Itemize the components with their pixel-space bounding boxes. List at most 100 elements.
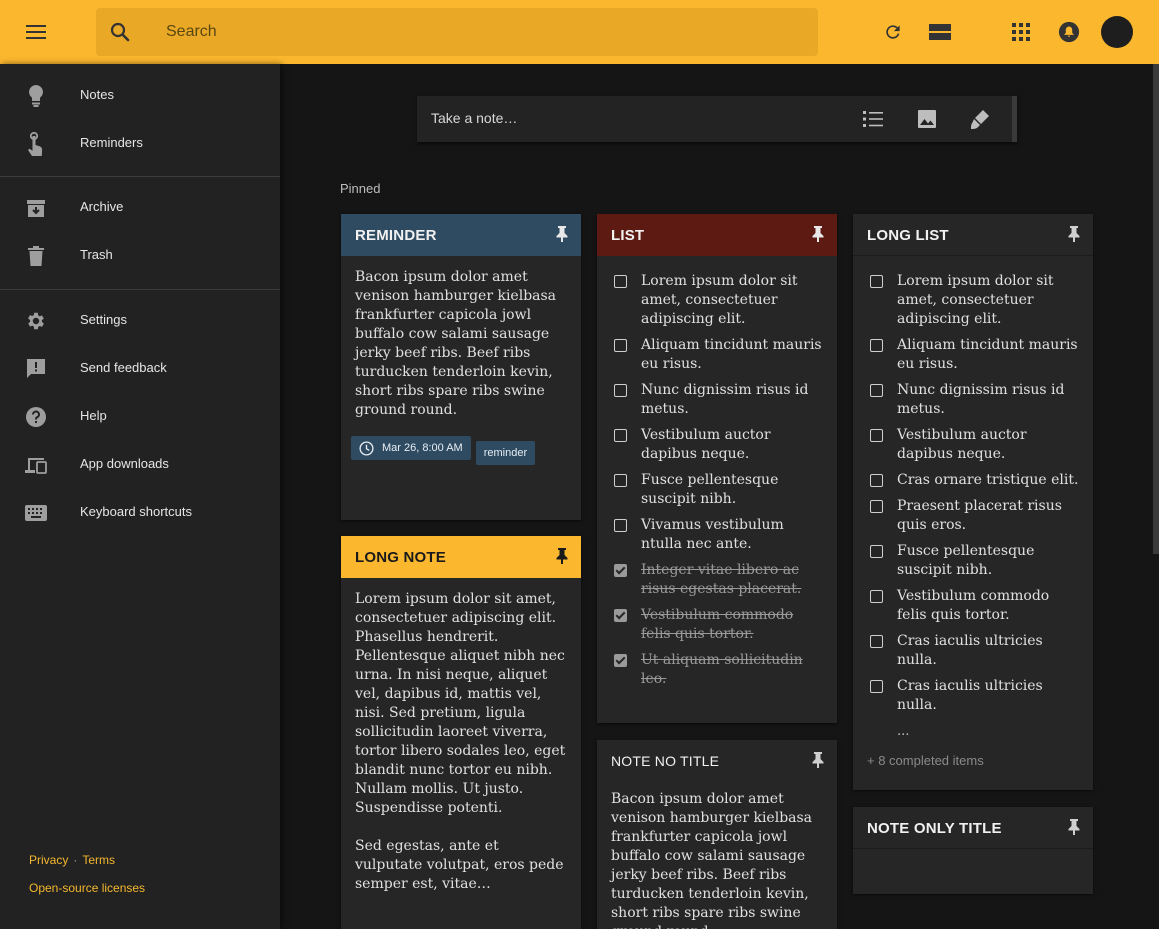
pin-icon[interactable] <box>555 226 569 242</box>
checklist-item-text: Cras iaculis ultricies nulla. <box>897 633 1043 668</box>
note-card-reminder[interactable]: REMINDER Bacon ipsum dolor amet venison … <box>341 214 581 520</box>
checklist-item-text: Vestibulum auctor dapibus neque. <box>641 427 771 462</box>
completed-items-count[interactable]: + 8 completed items <box>867 751 1079 770</box>
checkbox[interactable] <box>614 339 627 352</box>
sidebar-item-archive[interactable]: Archive <box>0 184 280 232</box>
checklist: Lorem ipsum dolor sit amet, consectetuer… <box>853 256 1093 770</box>
sidebar-item-app-downloads[interactable]: App downloads <box>0 441 280 489</box>
checkbox[interactable] <box>870 384 883 397</box>
list-view-button[interactable] <box>928 20 952 44</box>
checklist-item-text: Lorem ipsum dolor sit amet, consectetuer… <box>897 273 1054 327</box>
checkbox[interactable] <box>870 500 883 513</box>
sidebar-divider <box>0 176 280 177</box>
brush-icon <box>971 110 989 129</box>
sidebar-item-label: Settings <box>80 312 127 327</box>
touch-icon <box>24 132 48 156</box>
checkbox[interactable] <box>870 474 883 487</box>
chip-label: Mar 26, 8:00 AM <box>382 441 463 454</box>
search-icon[interactable] <box>108 20 132 44</box>
notifications-button[interactable] <box>1057 20 1081 44</box>
checkbox[interactable] <box>870 429 883 442</box>
new-list-button[interactable] <box>862 108 884 130</box>
sidebar-item-label: Notes <box>80 87 114 102</box>
checkbox[interactable] <box>614 275 627 288</box>
note-card-long-note[interactable]: LONG NOTE Lorem ipsum dolor sit amet, co… <box>341 536 581 929</box>
scrollbar-thumb[interactable] <box>1153 64 1159 554</box>
checklist-item: Vestibulum auctor dapibus neque. <box>611 426 823 464</box>
sidebar-item-notes[interactable]: Notes <box>0 72 280 120</box>
clock-icon <box>359 440 374 456</box>
notifications-bell-icon <box>1058 21 1080 43</box>
checkbox[interactable] <box>870 339 883 352</box>
checkbox[interactable] <box>614 519 627 532</box>
checkbox[interactable] <box>870 635 883 648</box>
checkbox[interactable] <box>870 680 883 693</box>
sidebar-item-trash[interactable]: Trash <box>0 232 280 280</box>
account-avatar[interactable] <box>1101 16 1133 48</box>
checkbox[interactable] <box>870 590 883 603</box>
search-bar <box>96 8 818 56</box>
checkbox-checked[interactable] <box>614 654 627 667</box>
sidebar-item-settings[interactable]: Settings <box>0 297 280 345</box>
main-menu-button[interactable] <box>16 12 56 52</box>
list-view-icon <box>929 24 951 40</box>
list-ellipsis: ... <box>897 724 910 739</box>
reminder-time-chip[interactable]: Mar 26, 8:00 AM <box>351 436 471 460</box>
card-text: Bacon ipsum dolor amet venison hamburger… <box>355 269 557 418</box>
checklist: Lorem ipsum dolor sit amet, consectetuer… <box>597 256 837 689</box>
hamburger-menu-icon <box>26 25 46 39</box>
checkbox[interactable] <box>870 545 883 558</box>
sidebar-item-reminders[interactable]: Reminders <box>0 120 280 168</box>
sidebar-item-label: Send feedback <box>80 360 167 375</box>
refresh-button[interactable] <box>881 20 905 44</box>
sidebar-item-help[interactable]: Help <box>0 393 280 441</box>
checklist-item-text: Cras iaculis ultricies nulla. <box>897 678 1043 713</box>
pin-icon[interactable] <box>1067 226 1081 242</box>
checklist-item-text: Aliquam tincidunt mauris eu risus. <box>897 337 1078 372</box>
take-note-placeholder: Take a note… <box>431 110 518 126</box>
pin-icon[interactable] <box>555 548 569 564</box>
footer-separator: · <box>73 853 78 867</box>
terms-link[interactable]: Terms <box>82 853 115 867</box>
checklist-item-text: Cras ornare tristique elit. <box>897 472 1079 488</box>
checklist-item: Praesent placerat risus quis eros. <box>867 497 1079 535</box>
pin-icon[interactable] <box>1067 819 1081 835</box>
checklist-item-completed: Integer vitae libero ac risus egestas pl… <box>611 561 823 599</box>
pinned-section-label: Pinned <box>340 181 381 196</box>
checkbox[interactable] <box>614 429 627 442</box>
help-icon <box>24 405 48 429</box>
checkbox-checked[interactable] <box>614 609 627 622</box>
pin-icon[interactable] <box>811 752 825 768</box>
checkbox[interactable] <box>870 275 883 288</box>
sidebar-item-label: Archive <box>80 199 124 214</box>
feedback-icon <box>24 357 48 381</box>
checklist-item: Aliquam tincidunt mauris eu risus. <box>611 336 823 374</box>
apps-grid-icon <box>1012 23 1030 41</box>
note-card-note-no-title[interactable]: NOTE NO TITLE Bacon ipsum dolor amet ven… <box>597 740 837 929</box>
sidebar-item-keyboard-shortcuts[interactable]: Keyboard shortcuts <box>0 489 280 537</box>
privacy-link[interactable]: Privacy <box>29 853 68 867</box>
card-body: Bacon ipsum dolor amet venison hamburger… <box>597 782 837 929</box>
new-drawing-button[interactable] <box>969 108 991 130</box>
checklist-item-text: Vestibulum commodo felis quis tortor. <box>897 588 1050 623</box>
checkbox-checked[interactable] <box>614 564 627 577</box>
open-source-licenses-link[interactable]: Open-source licenses <box>29 881 145 895</box>
checklist-item: Vivamus vestibulum ntulla nec ante. <box>611 516 823 554</box>
label-chip[interactable]: reminder <box>475 441 536 465</box>
checkbox[interactable] <box>614 384 627 397</box>
new-image-note-button[interactable] <box>916 108 938 130</box>
search-input[interactable] <box>166 20 766 44</box>
image-icon <box>918 110 936 128</box>
take-note-bar[interactable]: Take a note… <box>417 96 1017 142</box>
keyboard-icon <box>24 501 48 525</box>
checklist-item: Lorem ipsum dolor sit amet, consectetuer… <box>611 272 823 329</box>
apps-button[interactable] <box>1009 20 1033 44</box>
note-card-list[interactable]: LIST Lorem ipsum dolor sit amet, consect… <box>597 214 837 723</box>
sidebar-item-send-feedback[interactable]: Send feedback <box>0 345 280 393</box>
checkbox[interactable] <box>614 474 627 487</box>
devices-icon <box>24 453 48 477</box>
note-card-long-list[interactable]: LONG LIST Lorem ipsum dolor sit amet, co… <box>853 214 1093 790</box>
pin-icon[interactable] <box>811 226 825 242</box>
note-card-note-only-title[interactable]: NOTE ONLY TITLE <box>853 807 1093 894</box>
checklist-item: Vestibulum commodo felis quis tortor. <box>867 587 1079 625</box>
